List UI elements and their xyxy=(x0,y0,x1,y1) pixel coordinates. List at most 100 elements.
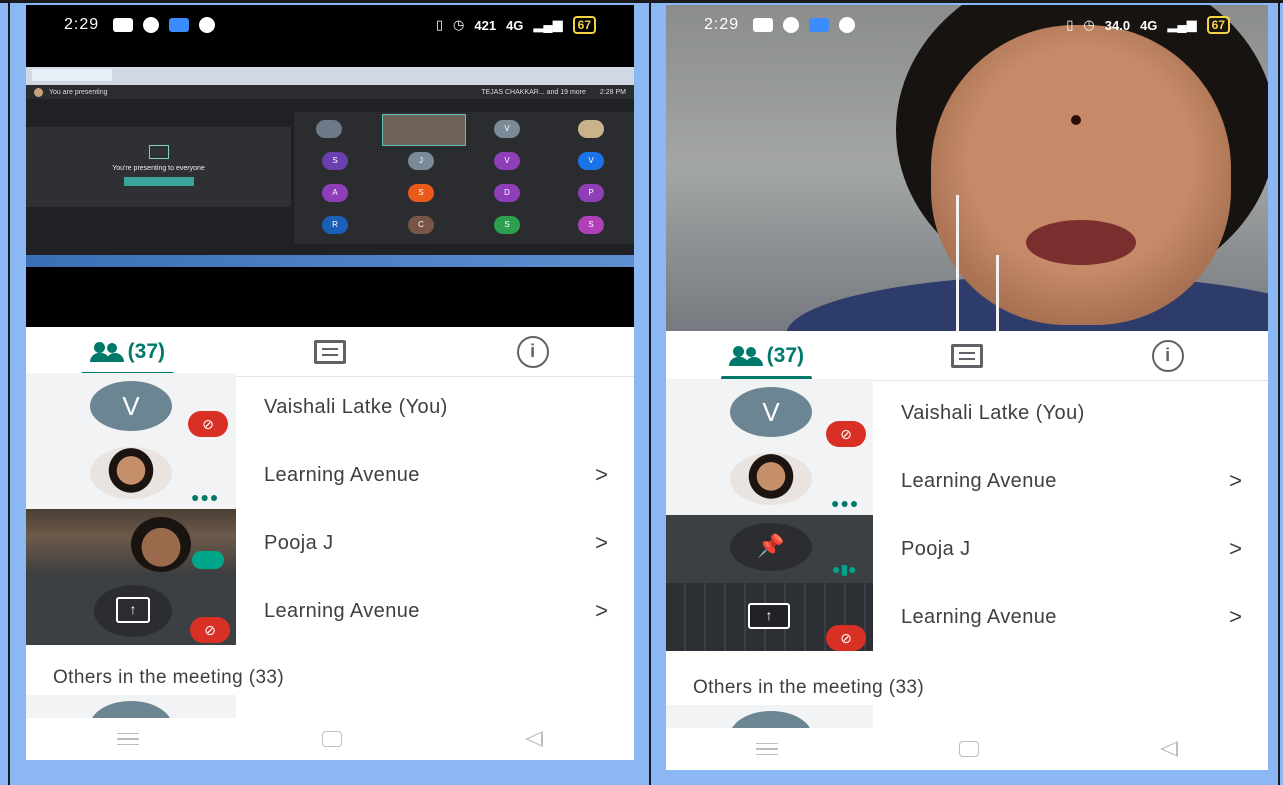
battery-level: 67 xyxy=(572,16,596,34)
tile-letter: A xyxy=(322,184,348,202)
present-screen-icon: ↑ xyxy=(748,603,790,629)
avatar xyxy=(34,87,43,97)
battery-level: 67 xyxy=(1206,16,1230,34)
participant-thumb xyxy=(666,705,873,729)
participant-name: Vaishali Latke (You) xyxy=(901,401,1085,424)
frame-right-border xyxy=(1278,0,1280,785)
home-button[interactable] xyxy=(958,741,979,757)
tab-chat[interactable] xyxy=(867,331,1068,380)
avatar xyxy=(730,453,812,505)
tile-video xyxy=(382,114,466,146)
participant-thumb xyxy=(26,509,236,577)
participant-name: Vaishali Latke (You) xyxy=(264,395,448,418)
presenting-panel: You're presenting to everyone xyxy=(26,127,291,207)
stop-presenting-button[interactable] xyxy=(123,177,194,186)
pin-icon: 📌 xyxy=(730,523,812,571)
youtube-icon xyxy=(753,18,774,32)
tile-letter: S xyxy=(578,216,604,234)
participant-name: Pooja J xyxy=(901,537,971,560)
main-video-area: You are presenting TEJAS CHAKKAR... and … xyxy=(26,5,634,327)
participant-row[interactable]: V ⊘ Vaishali Latke (You) xyxy=(26,373,634,441)
meeting-tabs: (37) i xyxy=(666,331,1268,381)
frame-top-border xyxy=(0,0,1283,3)
chevron-right-icon[interactable]: > xyxy=(595,530,608,556)
mic-muted-icon: ⊘ xyxy=(188,411,228,437)
more-options-icon: ●●● xyxy=(831,495,860,511)
tile-avatar xyxy=(316,120,342,138)
mic-muted-icon: ⊘ xyxy=(826,421,866,447)
people-count: (37) xyxy=(127,339,166,363)
participant-row[interactable]: ●●● Learning Avenue > xyxy=(26,441,634,509)
chevron-right-icon[interactable]: > xyxy=(1229,468,1242,494)
windows-taskbar xyxy=(26,255,634,267)
chat-icon xyxy=(951,343,983,368)
tile-letter: S xyxy=(322,152,348,170)
participant-row[interactable]: 📌 ●▮● Pooja J > xyxy=(666,515,1268,583)
status-bar: 2:29 ▯ ◷ 34.0 4G ▂▄▆ 67 xyxy=(666,5,1268,45)
tile-letter: C xyxy=(408,216,434,234)
participant-thumb: ↑ ⊘ xyxy=(666,583,873,651)
home-button[interactable] xyxy=(321,731,342,747)
participant-thumb: V ⊘ xyxy=(26,373,236,441)
participant-thumb: V ⊘ xyxy=(666,379,873,447)
participant-row[interactable]: ●●● Learning Avenue > xyxy=(666,447,1268,515)
tile-letter: V xyxy=(494,120,520,138)
presenting-to-text: You're presenting to everyone xyxy=(112,165,205,172)
android-nav-bar xyxy=(666,728,1268,770)
signal-icon: ▂▄▆ xyxy=(1167,17,1197,32)
info-icon: i xyxy=(1151,339,1184,372)
network-type: 4G xyxy=(506,17,524,33)
phone-icon xyxy=(839,17,856,33)
tab-info[interactable]: i xyxy=(1067,331,1268,380)
tile-letter: D xyxy=(494,184,520,202)
back-button[interactable] xyxy=(1159,741,1178,757)
avatar: V xyxy=(90,381,172,431)
speaker-video xyxy=(666,5,1268,331)
tile-letter: P xyxy=(578,184,604,202)
tab-chat[interactable] xyxy=(229,327,432,376)
participant-row[interactable]: Pooja J > xyxy=(26,509,634,577)
tab-info[interactable]: i xyxy=(431,327,634,376)
recent-apps-button[interactable] xyxy=(117,733,140,745)
participant-name: Pooja J xyxy=(264,531,334,554)
back-button[interactable] xyxy=(524,731,543,747)
phone-screenshot-right: 2:29 ▯ ◷ 34.0 4G ▂▄▆ 67 (37) i V ⊘ Vaish… xyxy=(666,5,1268,770)
alarm-icon: ◷ xyxy=(453,17,465,32)
avatar xyxy=(90,447,172,499)
signal-icon: ▂▄▆ xyxy=(533,17,563,32)
chevron-right-icon[interactable]: > xyxy=(1229,604,1242,630)
chat-bubble-icon xyxy=(143,17,160,33)
browser-bar xyxy=(26,67,634,85)
recent-apps-button[interactable] xyxy=(756,743,779,755)
tile-letter: V xyxy=(578,152,604,170)
chevron-right-icon[interactable]: > xyxy=(595,598,608,624)
phone-screenshot-left: You are presenting TEJAS CHAKKAR... and … xyxy=(26,5,634,760)
participant-thumb: ●●● xyxy=(666,447,873,515)
participant-row[interactable]: V ⊘ Vaishali Latke (You) xyxy=(666,379,1268,447)
network-type: 4G xyxy=(1140,17,1158,33)
chat-bubble-icon xyxy=(783,17,800,33)
chevron-right-icon[interactable]: > xyxy=(1229,536,1242,562)
participant-thumb: ●●● xyxy=(26,441,236,509)
tab-people[interactable]: (37) xyxy=(26,327,229,376)
participant-tiles: V S J V V A S D P R C S S xyxy=(294,112,634,244)
tile-letter: S xyxy=(408,184,434,202)
participant-row[interactable]: ↑ ⊘ Learning Avenue > xyxy=(26,577,634,645)
participants-label: TEJAS CHAKKAR... and 19 more xyxy=(481,88,586,96)
tab-people[interactable]: (37) xyxy=(666,331,867,380)
android-nav-bar xyxy=(26,718,634,760)
avatar: V xyxy=(730,387,812,437)
frame-divider xyxy=(649,0,651,785)
more-options-icon: ●●● xyxy=(191,489,220,505)
status-bar: 2:29 ▯ ◷ 421 4G ▂▄▆ 67 xyxy=(26,5,634,45)
others-heading: Others in the meeting (33) xyxy=(53,667,285,688)
others-heading: Others in the meeting (33) xyxy=(693,677,925,698)
participant-thumb xyxy=(26,695,236,719)
tile-avatar xyxy=(578,120,604,138)
participant-row[interactable]: ↑ ⊘ Learning Avenue > xyxy=(666,583,1268,651)
chevron-right-icon[interactable]: > xyxy=(595,462,608,488)
status-time: 2:29 xyxy=(64,16,100,33)
phone-icon xyxy=(199,17,216,33)
meet-time: 2:28 PM xyxy=(599,88,626,96)
speaking-indicator-icon xyxy=(192,551,224,569)
